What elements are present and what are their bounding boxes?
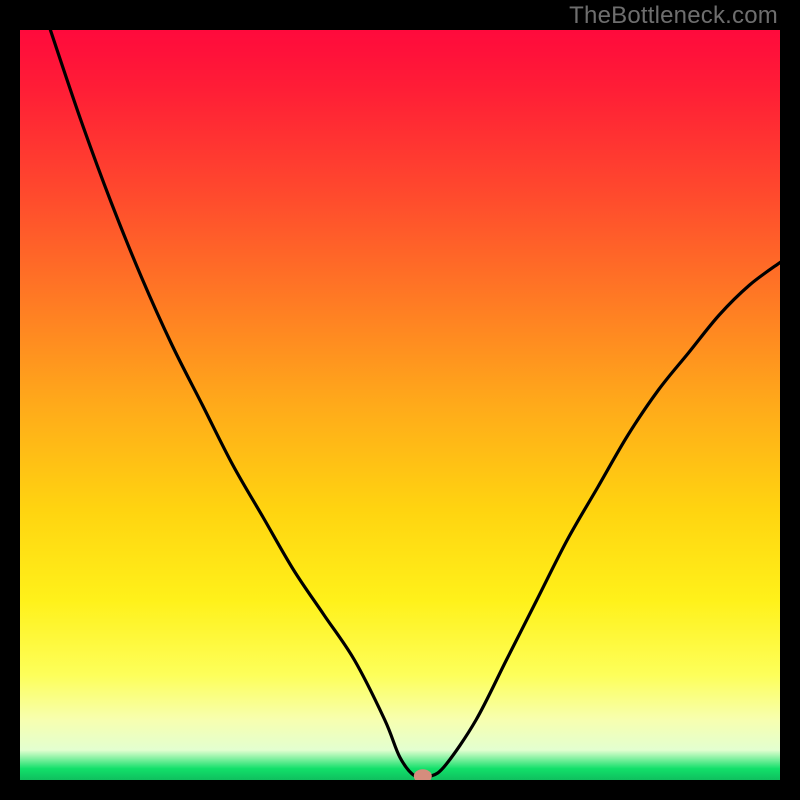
attribution-watermark: TheBottleneck.com bbox=[569, 2, 778, 30]
bottleneck-curve bbox=[50, 30, 780, 778]
chart-frame: TheBottleneck.com bbox=[0, 0, 800, 800]
curve-layer bbox=[20, 30, 780, 780]
optimum-marker bbox=[414, 769, 432, 780]
plot-area bbox=[20, 30, 780, 780]
